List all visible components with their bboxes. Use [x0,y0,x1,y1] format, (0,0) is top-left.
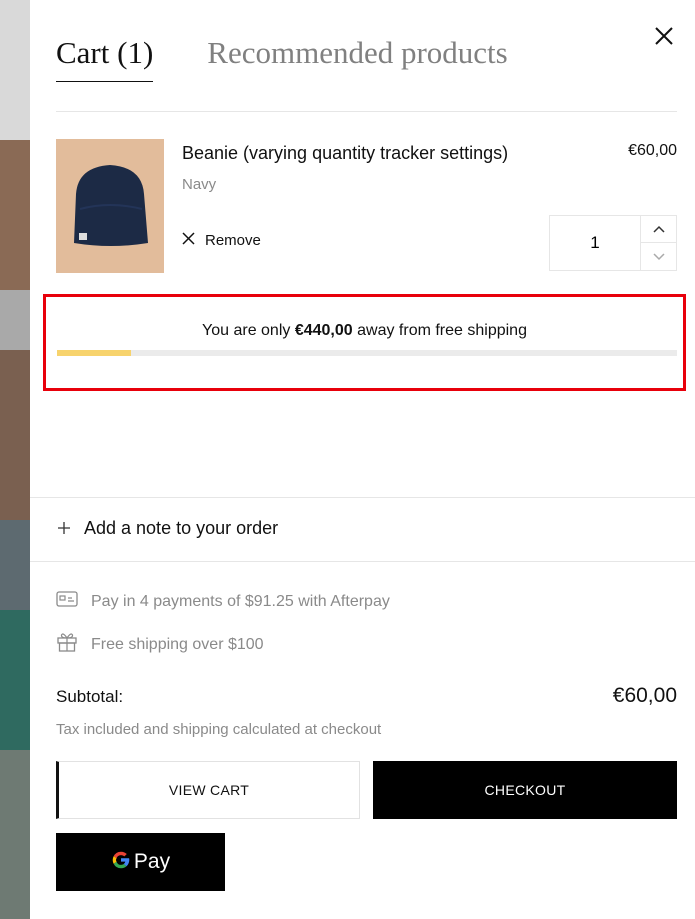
add-note-button[interactable]: Add a note to your order [58,518,278,539]
remove-label: Remove [205,232,261,249]
close-icon[interactable] [652,24,676,48]
product-price: €60,00 [628,142,677,159]
product-image[interactable] [56,139,164,273]
shipping-progress-track [57,350,677,356]
tax-note: Tax included and shipping calculated at … [56,721,382,738]
quantity-buttons [640,216,677,270]
quantity-input[interactable] [550,216,640,270]
tab-cart[interactable]: Cart (1) [56,34,154,82]
chevron-up-icon [653,220,665,238]
product-variant: Navy [182,176,217,193]
tab-recommended-products[interactable]: Recommended products [207,34,507,82]
shipping-suffix: away from free shipping [352,322,527,339]
note-top-divider [30,497,695,498]
free-shipping-message: You are only €440,00 away from free ship… [46,322,683,340]
afterpay-text: Pay in 4 payments of $91.25 with Afterpa… [91,592,390,610]
shipping-remaining-amount: €440,00 [294,322,353,339]
product-title[interactable]: Beanie (varying quantity tracker setting… [182,142,508,164]
google-pay-button[interactable]: Pay [56,833,225,891]
plus-icon [58,518,70,539]
shipping-progress-fill [57,350,132,356]
chevron-down-icon [653,248,665,266]
cart-drawer: Cart (1) Recommended products Beanie (va… [30,0,695,919]
free-shipping-tracker: You are only €440,00 away from free ship… [43,294,686,391]
checkout-button[interactable]: CHECKOUT [373,761,677,819]
quantity-increase-button[interactable] [641,216,677,243]
remove-button[interactable]: Remove [182,232,261,249]
subtotal-value: €60,00 [612,684,677,707]
quantity-stepper [549,215,677,271]
drawer-tabs: Cart (1) Recommended products [56,34,508,82]
add-note-label: Add a note to your order [84,518,279,538]
view-cart-button[interactable]: VIEW CART [56,761,360,819]
shipping-prefix: You are only [202,322,295,339]
subtotal-label: Subtotal: [56,687,124,706]
afterpay-info: Pay in 4 payments of $91.25 with Afterpa… [56,591,390,612]
google-logo-icon [111,850,131,875]
header-divider [56,111,677,112]
note-bottom-divider [30,561,695,562]
close-icon [182,232,195,249]
credit-card-icon [56,591,78,612]
quantity-decrease-button[interactable] [641,243,677,270]
background-page [0,0,30,919]
free-shipping-info: Free shipping over $100 [56,632,264,657]
google-pay-label: Pay [133,850,171,873]
gift-icon [56,632,78,657]
free-shipping-text: Free shipping over $100 [91,635,264,653]
